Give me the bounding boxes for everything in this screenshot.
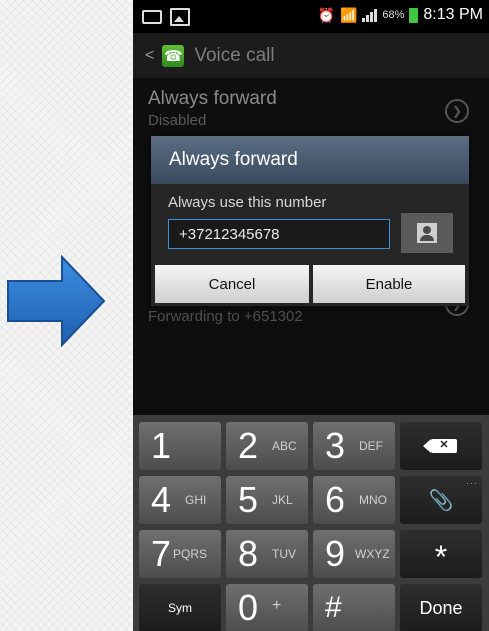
signal-icon — [362, 8, 378, 22]
list-item-subtitle: Forwarding to +651302 — [148, 308, 303, 325]
wifi-icon: 📶 — [339, 6, 358, 23]
attach-key[interactable]: ··· 📎 — [400, 476, 482, 524]
list-item-title: Always forward — [148, 88, 277, 109]
key-2[interactable]: 2 ABC — [226, 422, 308, 470]
back-icon[interactable]: < — [145, 47, 154, 65]
dialpad-keyboard: 1 2 ABC 3 DEF 4 GHI 5 JKL 6 MNO ··· 📎 — [133, 415, 489, 631]
contact-icon — [417, 223, 437, 243]
backspace-key[interactable] — [400, 422, 482, 470]
list-item-forwarding[interactable]: Forwarding to +651302 — [148, 306, 303, 325]
key-9[interactable]: 9 WXYZ — [313, 530, 395, 578]
star-key[interactable]: * — [400, 530, 482, 578]
number-label: Always use this number — [168, 194, 327, 211]
battery-icon — [409, 7, 419, 23]
paperclip-icon: 📎 — [428, 489, 454, 512]
chevron-right-icon: ❯ — [445, 99, 469, 123]
dialog-title: Always forward — [151, 136, 469, 184]
keyboard-icon — [142, 10, 162, 24]
key-0[interactable]: 0 + — [226, 584, 308, 631]
battery-percent: 68% — [382, 9, 405, 21]
key-3[interactable]: 3 DEF — [313, 422, 395, 470]
key-5[interactable]: 5 JKL — [226, 476, 308, 524]
sym-key[interactable]: Sym — [139, 584, 221, 631]
key-8[interactable]: 8 TUV — [226, 530, 308, 578]
phone-app-icon: ☎ — [162, 44, 185, 67]
done-key[interactable]: Done — [400, 584, 482, 631]
list-item-subtitle: Disabled — [148, 112, 207, 129]
backspace-icon — [423, 438, 457, 453]
clock: 8:13 PM — [423, 6, 483, 23]
arrow-right-icon — [7, 255, 106, 347]
phone-screen: ⏰ 📶 68% 8:13 PM < ☎ Voice call Always fo… — [133, 0, 489, 631]
image-icon — [170, 8, 190, 26]
key-1[interactable]: 1 — [139, 422, 221, 470]
page-title: Voice call — [194, 44, 275, 66]
action-bar[interactable]: < ☎ Voice call — [133, 33, 489, 78]
always-forward-dialog: Always forward Always use this number Ca… — [151, 136, 469, 306]
cancel-button[interactable]: Cancel — [155, 265, 309, 303]
forward-number-input[interactable] — [168, 219, 390, 249]
alarm-icon: ⏰ — [317, 6, 335, 23]
key-6[interactable]: 6 MNO — [313, 476, 395, 524]
contacts-button[interactable] — [401, 213, 453, 253]
list-item-always-forward[interactable]: Always forward Disabled — [148, 88, 277, 129]
key-4[interactable]: 4 GHI — [139, 476, 221, 524]
hash-key[interactable]: # — [313, 584, 395, 631]
enable-button[interactable]: Enable — [313, 265, 465, 303]
status-bar: ⏰ 📶 68% 8:13 PM — [133, 0, 489, 33]
key-7[interactable]: 7 PQRS — [139, 530, 221, 578]
